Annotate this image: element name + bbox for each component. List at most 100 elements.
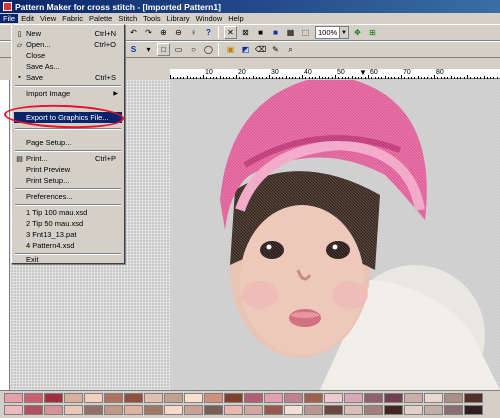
palette-swatch[interactable] xyxy=(244,393,263,403)
menu-item-recent-1[interactable]: 1 Tip 100 mau.xsd xyxy=(14,207,122,218)
menu-fabric[interactable]: Fabric xyxy=(59,14,86,23)
zoom-out-icon[interactable]: ⊖ xyxy=(172,26,185,39)
chevron-down-icon[interactable]: ▼ xyxy=(339,27,348,38)
menu-file[interactable]: File xyxy=(0,14,19,23)
palette-swatch[interactable] xyxy=(144,393,163,403)
palette-swatch[interactable] xyxy=(224,393,243,403)
undo-icon[interactable]: ↶ xyxy=(127,26,140,39)
palette-swatch[interactable] xyxy=(24,405,43,415)
palette-swatch[interactable] xyxy=(264,393,283,403)
menu-item-export-graphics[interactable]: Export to Graphics File... xyxy=(14,112,122,123)
palette-swatch[interactable] xyxy=(184,393,203,403)
palette-swatch[interactable] xyxy=(364,405,383,415)
color-square-icon[interactable]: ■ xyxy=(269,26,282,39)
menu-palette[interactable]: Palette xyxy=(86,14,115,23)
redo-icon[interactable]: ↷ xyxy=(142,26,155,39)
palette-swatch[interactable] xyxy=(44,405,63,415)
palette-swatch[interactable] xyxy=(4,393,23,403)
palette-swatch[interactable] xyxy=(304,405,323,415)
menu-item-import-image[interactable]: Import Image ▶ xyxy=(14,88,122,99)
zoom-in-icon[interactable]: ⊕ xyxy=(157,26,170,39)
palette-swatch[interactable] xyxy=(164,393,183,403)
palette-swatch[interactable] xyxy=(204,405,223,415)
menu-item-print-setup[interactable]: Print Setup... xyxy=(14,175,122,186)
palette-swatch[interactable] xyxy=(44,393,63,403)
palette-swatch[interactable] xyxy=(384,393,403,403)
expand-icon[interactable]: ⊞ xyxy=(366,26,379,39)
grid-icon[interactable]: ▦ xyxy=(284,26,297,39)
menu-help[interactable]: Help xyxy=(225,14,246,23)
palette-swatch[interactable] xyxy=(4,405,23,415)
s-icon[interactable]: S xyxy=(127,43,140,56)
palette-swatch[interactable] xyxy=(204,393,223,403)
menu-item-recent-3[interactable]: 3 Fnt13_13.pat xyxy=(14,229,122,240)
menu-edit[interactable]: Edit xyxy=(18,14,37,23)
palette-swatch[interactable] xyxy=(64,405,83,415)
tip-icon[interactable]: ♀ xyxy=(187,26,200,39)
fill-color-icon[interactable]: ■ xyxy=(254,26,267,39)
menu-item-exit[interactable]: Exit xyxy=(14,254,122,264)
menu-item-save[interactable]: ▪ Save Ctrl+S xyxy=(14,72,122,83)
palette-swatch[interactable] xyxy=(284,405,303,415)
palette-swatch[interactable] xyxy=(384,405,403,415)
filled-rect-icon[interactable]: ▭ xyxy=(172,43,185,56)
help-icon[interactable]: ? xyxy=(202,26,215,39)
menu-item-page-setup[interactable]: Page Setup... xyxy=(14,137,122,148)
menu-item-recent-2[interactable]: 2 Tip 50 mau.xsd xyxy=(14,218,122,229)
bucket-icon[interactable]: ◩ xyxy=(239,43,252,56)
palette-swatch[interactable] xyxy=(224,405,243,415)
palette-swatch[interactable] xyxy=(144,405,163,415)
more-icon[interactable]: ▾ xyxy=(142,43,155,56)
palette-swatch[interactable] xyxy=(364,393,383,403)
menu-item-open[interactable]: ▱ Open... Ctrl+O xyxy=(14,39,122,50)
palette-icon[interactable]: ▣ xyxy=(224,43,237,56)
zoom-select[interactable]: 100% ▼ xyxy=(315,26,349,39)
palette-swatch[interactable] xyxy=(324,393,343,403)
palette-swatch[interactable] xyxy=(344,405,363,415)
palette-swatch[interactable] xyxy=(404,405,423,415)
palette-swatch[interactable] xyxy=(184,405,203,415)
pattern-canvas[interactable] xyxy=(170,80,500,390)
menu-item-preferences[interactable]: Preferences... xyxy=(14,191,122,202)
palette-swatch[interactable] xyxy=(444,393,463,403)
full-stitch-icon[interactable]: ✕ xyxy=(224,26,237,39)
ruler-marker-icon[interactable]: ▼ xyxy=(359,68,367,77)
palette-swatch[interactable] xyxy=(424,393,443,403)
menu-library[interactable]: Library xyxy=(164,14,193,23)
filled-ellipse-icon[interactable]: ◯ xyxy=(202,43,215,56)
palette-swatch[interactable] xyxy=(164,405,183,415)
palette-swatch[interactable] xyxy=(424,405,443,415)
eraser-icon[interactable]: ⌫ xyxy=(254,43,267,56)
palette-swatch[interactable] xyxy=(464,393,483,403)
menu-view[interactable]: View xyxy=(37,14,59,23)
palette-swatch[interactable] xyxy=(84,405,103,415)
select-icon[interactable]: ⬚ xyxy=(299,26,312,39)
palette-swatch[interactable] xyxy=(404,393,423,403)
fit-icon[interactable]: ✥ xyxy=(351,26,364,39)
menu-item-save-as[interactable]: Save As... xyxy=(14,61,122,72)
ellipse-icon[interactable]: ○ xyxy=(187,43,200,56)
menu-tools[interactable]: Tools xyxy=(140,14,164,23)
palette-swatch[interactable] xyxy=(244,405,263,415)
palette-swatch[interactable] xyxy=(344,393,363,403)
palette-swatch[interactable] xyxy=(64,393,83,403)
palette-swatch[interactable] xyxy=(324,405,343,415)
palette-swatch[interactable] xyxy=(84,393,103,403)
palette-swatch[interactable] xyxy=(304,393,323,403)
menu-stitch[interactable]: Stitch xyxy=(115,14,140,23)
menu-item-close[interactable]: Close xyxy=(14,50,122,61)
palette-swatch[interactable] xyxy=(104,405,123,415)
half-stitch-icon[interactable]: ⊠ xyxy=(239,26,252,39)
palette-swatch[interactable] xyxy=(124,393,143,403)
menu-item-new[interactable]: ▯ New Ctrl+N xyxy=(14,28,122,39)
menu-item-print-preview[interactable]: Print Preview xyxy=(14,164,122,175)
palette-swatch[interactable] xyxy=(124,405,143,415)
palette-swatch[interactable] xyxy=(464,405,483,415)
rectangle-icon[interactable]: □ xyxy=(157,43,170,56)
palette-swatch[interactable] xyxy=(104,393,123,403)
magnifier-icon[interactable]: ⌕ xyxy=(284,43,297,56)
palette-swatch[interactable] xyxy=(444,405,463,415)
menu-item-print[interactable]: ▤ Print... Ctrl+P xyxy=(14,153,122,164)
palette-swatch[interactable] xyxy=(284,393,303,403)
palette-swatch[interactable] xyxy=(24,393,43,403)
